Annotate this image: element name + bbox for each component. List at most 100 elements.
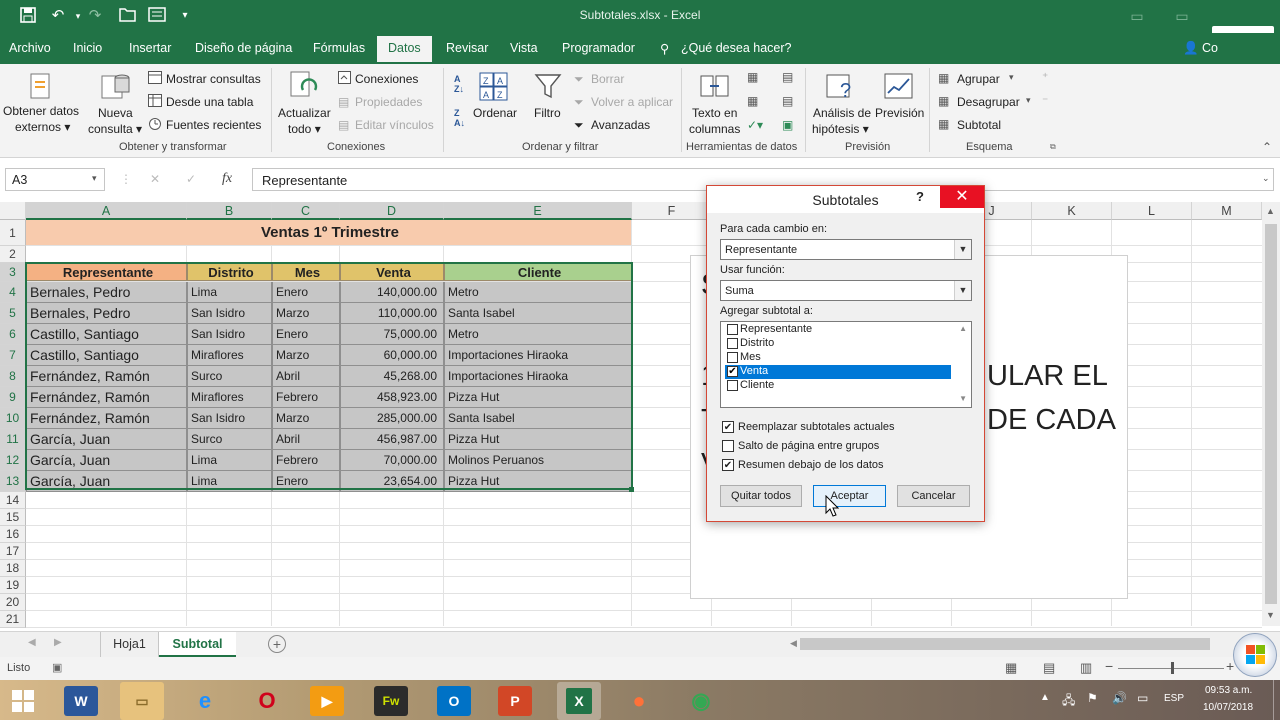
checkbox-mes[interactable] — [727, 352, 738, 363]
close-dialog-button[interactable]: ✕ — [940, 186, 984, 208]
cell-mes[interactable]: Febrero — [272, 450, 340, 471]
analisis-label-1[interactable]: Análisis de — [813, 106, 871, 120]
cell-cliente[interactable]: Metro — [444, 324, 632, 345]
agrupar-button[interactable]: Agrupar — [957, 72, 1000, 86]
excel-taskbar-icon[interactable]: X — [557, 682, 601, 720]
normal-view-icon[interactable]: ▦ — [1005, 660, 1017, 676]
tab-programador[interactable]: Programador — [562, 41, 635, 55]
ordenar-button[interactable]: Ordenar — [473, 106, 517, 120]
cell-mes[interactable]: Marzo — [272, 303, 340, 324]
row-header-14[interactable]: 14 — [0, 492, 26, 509]
column-header-f[interactable]: F — [632, 202, 712, 220]
cell-representante[interactable]: García, Juan — [26, 450, 187, 471]
horizontal-scroll-thumb[interactable] — [800, 638, 1210, 650]
quitar-todos-button[interactable]: Quitar todos — [720, 485, 802, 507]
reemplazar-checkbox[interactable]: ✔ Reemplazar subtotales actuales — [722, 421, 895, 433]
usar-funcion-select[interactable]: Suma ▼ — [720, 280, 972, 301]
refresh-all-icon[interactable] — [289, 70, 319, 102]
zoom-out-icon[interactable]: − — [1105, 658, 1113, 674]
row-header-8[interactable]: 8 — [0, 366, 26, 387]
new-query-icon[interactable] — [100, 70, 132, 102]
ie-taskbar-icon[interactable]: e — [188, 686, 222, 716]
row-header-7[interactable]: 7 — [0, 345, 26, 366]
nueva-consulta-label-1[interactable]: Nueva — [98, 106, 133, 120]
cell-representante[interactable]: García, Juan — [26, 429, 187, 450]
desagrupar-button[interactable]: Desagrupar — [957, 95, 1020, 109]
forecast-icon[interactable] — [884, 71, 914, 101]
cell-venta[interactable]: 60,000.00 — [340, 345, 444, 366]
cell-representante[interactable]: Fernández, Ramón — [26, 366, 187, 387]
cell-cliente[interactable]: Molinos Peruanos — [444, 450, 632, 471]
desde-tabla-button[interactable]: Desde una tabla — [166, 95, 253, 109]
cell-venta[interactable]: 23,654.00 — [340, 471, 444, 492]
desagrupar-dropdown-icon[interactable]: ▾ — [1026, 95, 1031, 106]
row-header-15[interactable]: 15 — [0, 509, 26, 526]
word-taskbar-icon[interactable]: W — [64, 686, 98, 716]
column-header-b[interactable]: B — [187, 202, 272, 220]
expand-formula-icon[interactable]: ⌄ — [1262, 173, 1270, 184]
cell-distrito[interactable]: Surco — [187, 429, 272, 450]
data-model-icon[interactable]: ▣ — [782, 118, 793, 132]
cell-mes[interactable]: Marzo — [272, 345, 340, 366]
power-icon[interactable]: ▭ — [1137, 691, 1148, 705]
nueva-consulta-label-2[interactable]: consulta ▾ — [88, 122, 142, 136]
cell-cliente[interactable]: Importaciones Hiraoka — [444, 366, 632, 387]
sort-za-icon[interactable]: Z A↓ — [454, 108, 465, 128]
cell-distrito[interactable]: Lima — [187, 450, 272, 471]
show-detail-icon[interactable]: ⁺ — [1042, 70, 1048, 84]
cell-representante[interactable]: Fernández, Ramón — [26, 408, 187, 429]
obtener-datos-label-2[interactable]: externos ▾ — [15, 120, 70, 134]
select-all-corner[interactable] — [0, 202, 26, 220]
row-header-1[interactable]: 1 — [0, 220, 26, 246]
row-header-6[interactable]: 6 — [0, 324, 26, 345]
cell-venta[interactable]: 110,000.00 — [340, 303, 444, 324]
header-mes[interactable]: Mes — [272, 263, 340, 281]
cell-distrito[interactable]: Surco — [187, 366, 272, 387]
name-box[interactable]: A3 — [5, 168, 105, 191]
add-sheet-icon[interactable]: + — [268, 635, 286, 653]
row-header-19[interactable]: 19 — [0, 577, 26, 594]
row-header-18[interactable]: 18 — [0, 560, 26, 577]
cell-representante[interactable]: Castillo, Santiago — [26, 345, 187, 366]
row-header-12[interactable]: 12 — [0, 450, 26, 471]
cell-cliente[interactable]: Santa Isabel — [444, 303, 632, 324]
editar-vinculos-button[interactable]: Editar vínculos — [355, 118, 434, 132]
dialog-launcher-icon[interactable]: ⧉ — [1050, 142, 1056, 152]
sort-az-icon[interactable]: A Z↓ — [454, 74, 464, 94]
row-header-2[interactable]: 2 — [0, 246, 26, 263]
scroll-down-icon[interactable]: ▼ — [1266, 610, 1275, 620]
row-header-21[interactable]: 21 — [0, 611, 26, 628]
borrar-button[interactable]: Borrar — [591, 72, 624, 86]
help-icon[interactable]: ? — [916, 189, 924, 204]
file-explorer-taskbar-icon[interactable]: ▭ — [120, 682, 164, 720]
cell-venta[interactable]: 458,923.00 — [340, 387, 444, 408]
user-name[interactable]: Co — [1202, 41, 1218, 55]
sheet-tab-subtotal[interactable]: Subtotal — [159, 632, 236, 658]
cell-representante[interactable]: Bernales, Pedro — [26, 282, 187, 303]
language-indicator[interactable]: ESP — [1164, 693, 1184, 704]
scroll-up-icon[interactable]: ▲ — [1266, 206, 1275, 216]
propiedades-button[interactable]: Propiedades — [355, 95, 422, 109]
subtotal-button[interactable]: Subtotal — [957, 118, 1001, 132]
mostrar-consultas-button[interactable]: Mostrar consultas — [166, 72, 261, 86]
cell-mes[interactable]: Enero — [272, 471, 340, 492]
cell-distrito[interactable]: San Isidro — [187, 324, 272, 345]
cancelar-button[interactable]: Cancelar — [897, 485, 970, 507]
maximize-icon[interactable]: ▭ — [1162, 4, 1202, 28]
header-venta[interactable]: Venta — [340, 263, 444, 281]
cancel-icon[interactable]: ✕ — [150, 172, 160, 186]
cell-distrito[interactable]: Miraflores — [187, 345, 272, 366]
tab-insertar[interactable]: Insertar — [129, 41, 171, 55]
cell-distrito[interactable]: San Isidro — [187, 303, 272, 324]
column-header-e[interactable]: E — [444, 202, 632, 220]
list-scroll-down-icon[interactable]: ▼ — [959, 394, 967, 403]
collapse-ribbon-icon[interactable]: ⌃ — [1262, 140, 1272, 154]
cell-cliente[interactable]: Pizza Hut — [444, 471, 632, 492]
cell-distrito[interactable]: Lima — [187, 471, 272, 492]
tab-diseno-pagina[interactable]: Diseño de página — [195, 41, 292, 55]
tray-expand-icon[interactable]: ▲ — [1040, 692, 1050, 703]
cell-distrito[interactable]: Lima — [187, 282, 272, 303]
tab-datos[interactable]: Datos — [377, 36, 432, 62]
actualizar-label-1[interactable]: Actualizar — [278, 106, 331, 120]
prev-sheet-icon[interactable]: ◀ — [28, 637, 36, 648]
